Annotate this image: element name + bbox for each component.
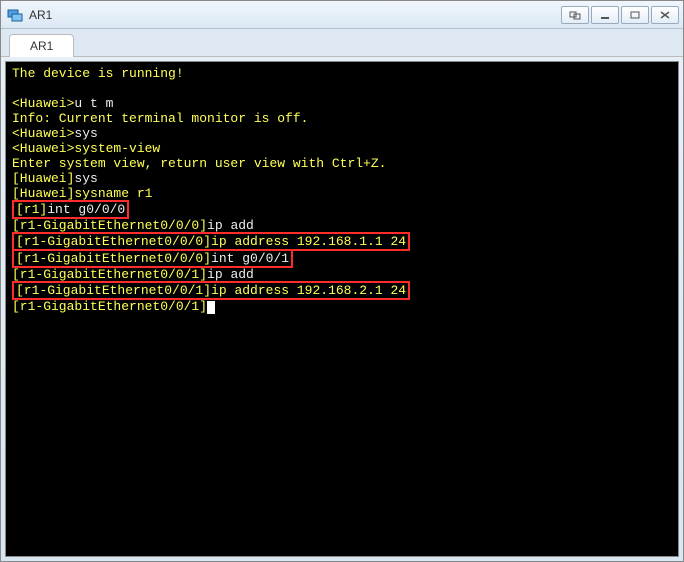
terminal-prompt: [Huawei]: [12, 186, 74, 201]
terminal-cmd: sys: [74, 171, 97, 186]
terminal-prompt: [r1-GigabitEthernet0/0/0]: [16, 251, 211, 266]
minimize-button[interactable]: [591, 6, 619, 24]
terminal-prompt: [r1]: [16, 202, 47, 217]
tab-label: AR1: [30, 39, 53, 53]
window-frame: AR1 AR1 The device is running! <Huawei>u…: [0, 0, 684, 562]
window-controls: [561, 6, 679, 24]
terminal-cmd: system-view: [74, 141, 160, 156]
terminal-cmd: sys: [74, 126, 97, 141]
terminal-cmd: sysname r1: [74, 186, 152, 201]
terminal-cmd: ip add: [207, 267, 254, 282]
terminal-prompt: <Huawei>: [12, 141, 74, 156]
terminal-prompt: <Huawei>: [12, 96, 74, 111]
detach-button[interactable]: [561, 6, 589, 24]
terminal[interactable]: The device is running! <Huawei>u t m Inf…: [5, 61, 679, 557]
terminal-cmd: u t m: [74, 96, 113, 111]
titlebar: AR1: [1, 1, 683, 29]
terminal-prompt: [r1-GigabitEthernet0/0/0]: [12, 218, 207, 233]
terminal-line: The device is running!: [12, 66, 184, 81]
highlight-box: [r1]int g0/0/0: [12, 200, 129, 219]
window-title: AR1: [29, 8, 561, 22]
tab-ar1[interactable]: AR1: [9, 34, 74, 57]
terminal-prompt: [r1-GigabitEthernet0/0/1]: [16, 283, 211, 298]
terminal-prompt: [Huawei]: [12, 171, 74, 186]
maximize-button[interactable]: [621, 6, 649, 24]
terminal-prompt: [r1-GigabitEthernet0/0/1]: [12, 299, 207, 314]
terminal-line: [12, 81, 20, 96]
terminal-prompt: <Huawei>: [12, 126, 74, 141]
terminal-cmd: int g0/0/1: [211, 251, 289, 266]
app-icon: [7, 7, 23, 23]
terminal-cmd: ip address 192.168.2.1 24: [211, 283, 406, 298]
terminal-prompt: [r1-GigabitEthernet0/0/1]: [12, 267, 207, 282]
close-button[interactable]: [651, 6, 679, 24]
terminal-line: Enter system view, return user view with…: [12, 156, 386, 171]
terminal-prompt: [r1-GigabitEthernet0/0/0]: [16, 234, 211, 249]
cursor: [207, 301, 215, 314]
terminal-cmd: ip address 192.168.1.1 24: [211, 234, 406, 249]
terminal-line: Info: Current terminal monitor is off.: [12, 111, 308, 126]
terminal-cmd: ip add: [207, 218, 254, 233]
highlight-box: [r1-GigabitEthernet0/0/0]int g0/0/1: [12, 249, 293, 268]
highlight-box: [r1-GigabitEthernet0/0/1]ip address 192.…: [12, 281, 410, 300]
terminal-cmd: int g0/0/0: [47, 202, 125, 217]
tab-strip: AR1: [1, 29, 683, 57]
